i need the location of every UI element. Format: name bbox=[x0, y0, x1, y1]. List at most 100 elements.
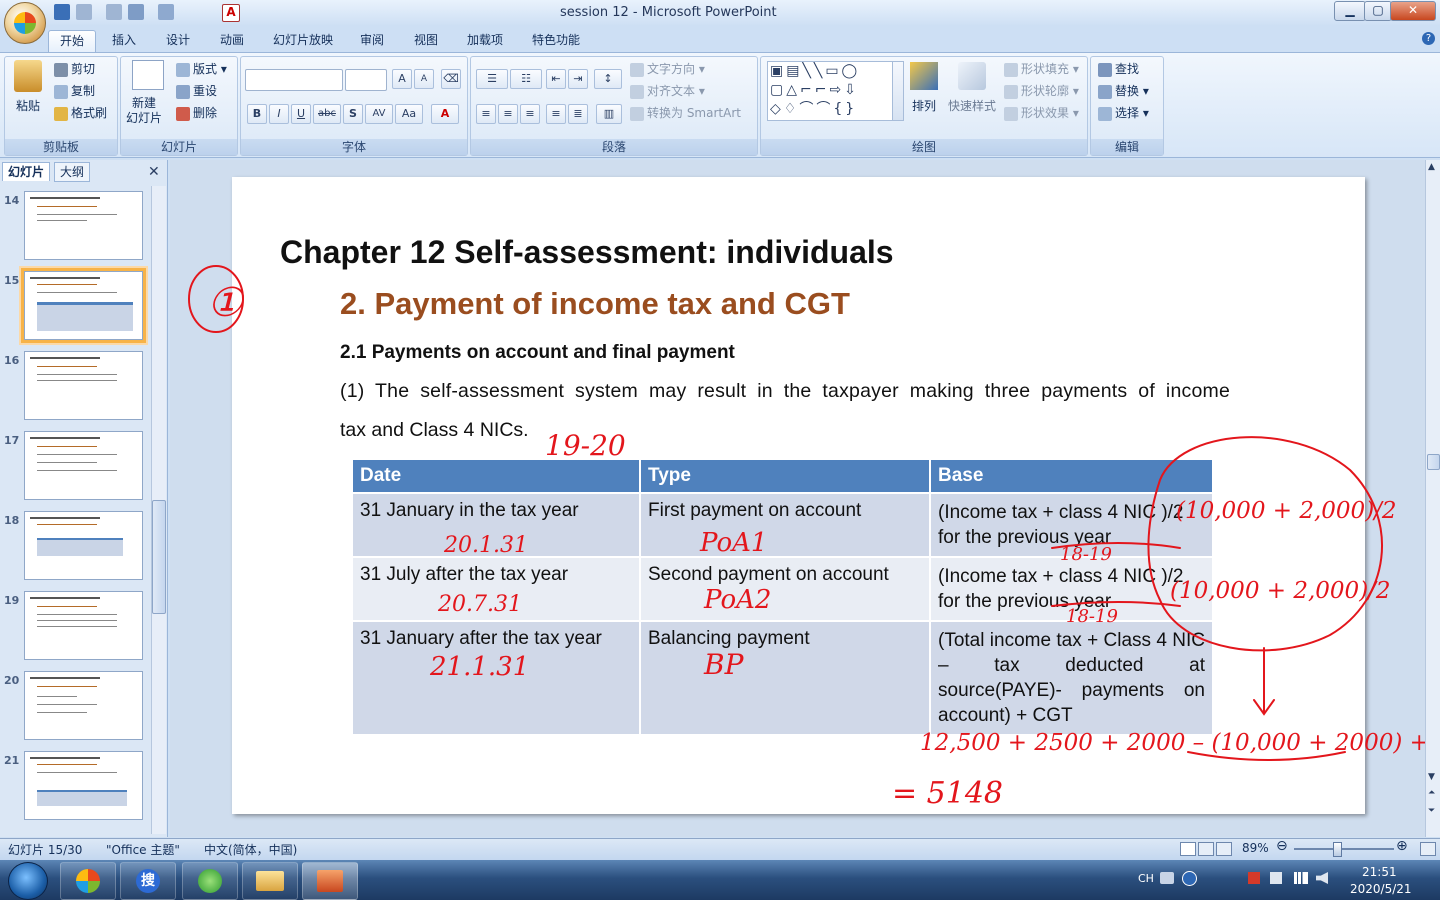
bullets-icon[interactable]: ☰ bbox=[476, 69, 508, 89]
slideshow-icon[interactable] bbox=[128, 4, 144, 20]
font-size-dropdown[interactable] bbox=[345, 69, 387, 91]
find-button[interactable]: 查找 bbox=[1098, 60, 1139, 77]
columns-icon[interactable]: ▥ bbox=[596, 104, 622, 124]
bold-button[interactable]: B bbox=[247, 104, 267, 124]
tab-outline-pane[interactable]: 大纲 bbox=[54, 162, 91, 182]
shapes-gallery[interactable]: ▣▤╲╲▭◯ ▢△⌐⌐⇨⇩ ◇♢⌒⌒{} bbox=[767, 61, 895, 121]
editor-scroll-thumb[interactable] bbox=[1427, 454, 1440, 470]
save-icon[interactable] bbox=[54, 4, 70, 20]
clock-time[interactable]: 21:51 bbox=[1362, 865, 1397, 879]
minimize-button[interactable]: ▁ bbox=[1334, 1, 1366, 21]
maximize-button[interactable]: ▢ bbox=[1364, 1, 1392, 21]
strikethrough-button[interactable]: abc bbox=[313, 104, 341, 124]
undo-icon[interactable] bbox=[76, 4, 92, 20]
zoom-slider-track[interactable] bbox=[1294, 848, 1394, 850]
increase-indent-icon[interactable]: ⇥ bbox=[568, 69, 588, 89]
cut-button[interactable]: 剪切 bbox=[54, 60, 95, 77]
slide-thumbnail[interactable] bbox=[24, 351, 143, 420]
redo-icon[interactable] bbox=[106, 4, 122, 20]
language-indicator[interactable]: 中文(简体，中国) bbox=[204, 841, 297, 858]
tab-animations[interactable]: 动画 bbox=[212, 30, 252, 52]
taskbar-explorer[interactable] bbox=[242, 862, 298, 900]
select-button[interactable]: 选择 ▾ bbox=[1098, 104, 1149, 121]
align-center-icon[interactable]: ≡ bbox=[498, 104, 518, 124]
align-right-icon[interactable]: ≡ bbox=[520, 104, 540, 124]
tab-features[interactable]: 特色功能 bbox=[526, 30, 586, 52]
office-button[interactable] bbox=[4, 2, 46, 44]
normal-view-icon[interactable] bbox=[1180, 842, 1196, 856]
slide-thumbnail[interactable] bbox=[24, 431, 143, 500]
flag-icon[interactable] bbox=[1248, 872, 1260, 884]
scroll-down-icon[interactable]: ▼ bbox=[1428, 772, 1435, 782]
taskbar-sogou[interactable]: 搜 bbox=[120, 862, 176, 900]
line-spacing-icon[interactable]: ↕ bbox=[594, 69, 622, 89]
scroll-up-icon[interactable]: ▲ bbox=[1428, 162, 1435, 172]
slideshow-view-icon[interactable] bbox=[1216, 842, 1232, 856]
change-case-button[interactable]: Aa bbox=[395, 104, 423, 124]
layout-button[interactable]: 版式 ▾ bbox=[176, 60, 227, 77]
paste-icon[interactable] bbox=[14, 60, 42, 92]
arrange-icon[interactable] bbox=[910, 62, 938, 90]
slide-thumbnail[interactable] bbox=[24, 671, 143, 740]
tab-insert[interactable]: 插入 bbox=[104, 30, 144, 52]
align-text-button[interactable]: 对齐文本 ▾ bbox=[630, 82, 705, 99]
slide-thumbnail[interactable] bbox=[24, 591, 143, 660]
italic-button[interactable]: I bbox=[269, 104, 289, 124]
slide-thumbnail[interactable] bbox=[24, 191, 143, 260]
shrink-font-button[interactable]: A bbox=[414, 69, 434, 89]
numbering-icon[interactable]: ☷ bbox=[510, 69, 542, 89]
fit-window-icon[interactable] bbox=[1420, 842, 1436, 856]
zoom-slider-handle[interactable] bbox=[1333, 842, 1342, 857]
network-icon[interactable] bbox=[1294, 872, 1308, 884]
tab-slideshow[interactable]: 幻灯片放映 bbox=[266, 30, 340, 52]
reset-button[interactable]: 重设 bbox=[176, 82, 217, 99]
replace-button[interactable]: 替换 ▾ bbox=[1098, 82, 1149, 99]
shape-fill-button[interactable]: 形状填充 ▾ bbox=[1004, 60, 1079, 77]
help-tray-icon[interactable] bbox=[1182, 871, 1197, 886]
close-button[interactable]: ✕ bbox=[1390, 1, 1436, 21]
layout-qat-icon[interactable] bbox=[158, 4, 174, 20]
shape-effects-button[interactable]: 形状效果 ▾ bbox=[1004, 104, 1079, 121]
font-color-button[interactable]: A bbox=[431, 104, 459, 124]
quick-styles-icon[interactable] bbox=[958, 62, 986, 90]
tab-review[interactable]: 审阅 bbox=[352, 30, 392, 52]
quick-styles-button[interactable]: 快速样式 bbox=[948, 97, 996, 114]
device-icon[interactable] bbox=[1270, 872, 1282, 884]
arrange-button[interactable]: 排列 bbox=[912, 97, 936, 114]
tab-slides-pane[interactable]: 幻灯片 bbox=[2, 162, 51, 181]
smartart-button[interactable]: 转换为 SmartArt bbox=[630, 104, 741, 121]
pane-scroll-thumb[interactable] bbox=[152, 500, 166, 614]
paste-button[interactable]: 粘贴 bbox=[16, 97, 40, 114]
new-slide-button[interactable]: 新建 幻灯片 bbox=[126, 96, 162, 126]
clear-format-icon[interactable]: ⌫ bbox=[441, 69, 461, 89]
slide-thumbnail-selected[interactable] bbox=[21, 268, 146, 343]
char-spacing-button[interactable]: AV bbox=[365, 104, 393, 124]
font-name-dropdown[interactable] bbox=[245, 69, 343, 91]
shape-outline-button[interactable]: 形状轮廓 ▾ bbox=[1004, 82, 1079, 99]
keyboard-icon[interactable] bbox=[1160, 872, 1174, 884]
distribute-icon[interactable]: ≣ bbox=[568, 104, 588, 124]
format-painter-button[interactable]: 格式刷 bbox=[54, 104, 107, 121]
taskbar-app-3[interactable] bbox=[182, 862, 238, 900]
font-color-qat-icon[interactable]: A bbox=[222, 4, 240, 22]
taskbar-app-1[interactable] bbox=[60, 862, 116, 900]
new-slide-icon[interactable] bbox=[132, 60, 164, 90]
help-icon[interactable]: ? bbox=[1422, 32, 1435, 45]
tab-view[interactable]: 视图 bbox=[406, 30, 446, 52]
zoom-out-icon[interactable]: ⊖ bbox=[1276, 838, 1288, 854]
zoom-in-icon[interactable]: ⊕ bbox=[1396, 838, 1408, 854]
align-left-icon[interactable]: ≡ bbox=[476, 104, 496, 124]
start-button[interactable] bbox=[8, 862, 48, 900]
prev-slide-icon[interactable]: ⏶ bbox=[1428, 788, 1435, 798]
underline-button[interactable]: U bbox=[291, 104, 311, 124]
delete-slide-button[interactable]: 删除 bbox=[176, 104, 217, 121]
input-language[interactable]: CH bbox=[1138, 872, 1154, 885]
tab-design[interactable]: 设计 bbox=[158, 30, 198, 52]
zoom-level[interactable]: 89% bbox=[1242, 841, 1269, 855]
text-direction-button[interactable]: 文字方向 ▾ bbox=[630, 60, 705, 77]
tab-addins[interactable]: 加载项 bbox=[460, 30, 510, 52]
pane-close-icon[interactable]: ✕ bbox=[148, 164, 160, 180]
justify-icon[interactable]: ≡ bbox=[546, 104, 566, 124]
grow-font-button[interactable]: A bbox=[392, 69, 412, 89]
next-slide-icon[interactable]: ⏷ bbox=[1428, 806, 1435, 816]
